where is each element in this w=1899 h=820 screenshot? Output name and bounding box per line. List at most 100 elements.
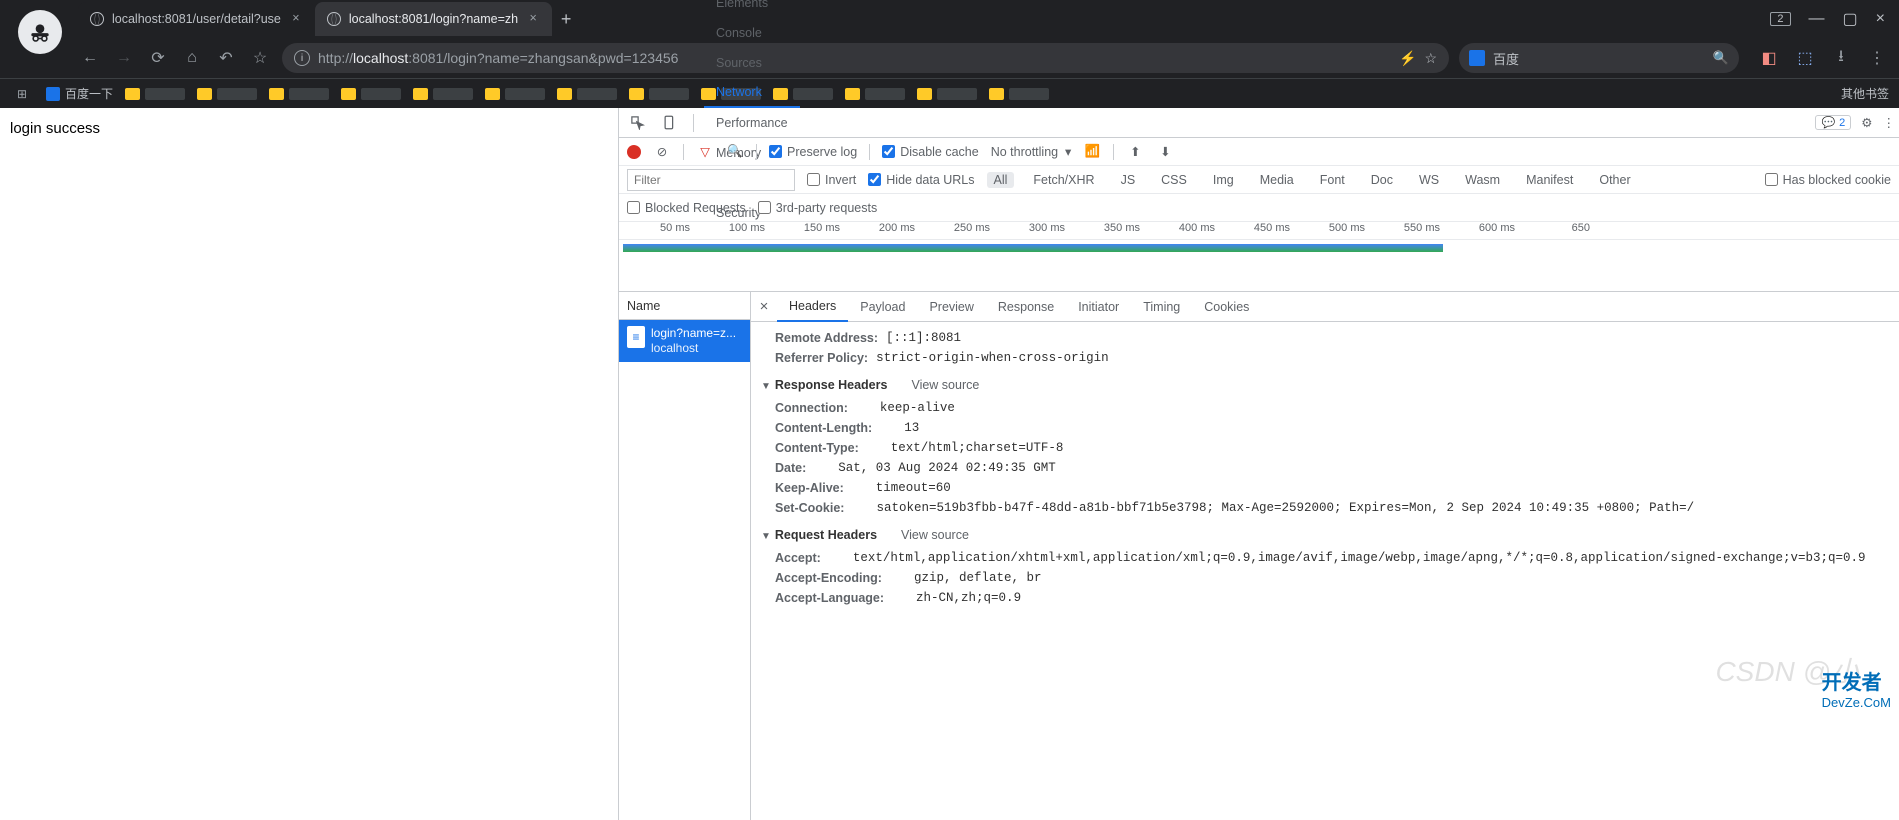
home-icon[interactable]: ⌂: [180, 46, 204, 70]
search-box[interactable]: 百度 🔍: [1459, 43, 1739, 73]
devtools-tab-network[interactable]: Network: [704, 78, 800, 108]
blocked-cookies-checkbox[interactable]: Has blocked cookie: [1765, 173, 1891, 187]
filter-icon[interactable]: ▽: [696, 143, 714, 161]
view-source-link[interactable]: View source: [911, 378, 979, 392]
filter-type-wasm[interactable]: Wasm: [1458, 172, 1507, 188]
crop-icon[interactable]: ⬚: [1793, 46, 1817, 70]
browser-tab[interactable]: localhost:8081/user/detail?use ×: [78, 2, 315, 36]
disable-cache-checkbox[interactable]: Disable cache: [882, 145, 979, 159]
close-details-icon[interactable]: ×: [751, 298, 777, 315]
third-party-checkbox[interactable]: 3rd-party requests: [758, 201, 877, 215]
record-icon[interactable]: [627, 145, 641, 159]
new-tab-button[interactable]: +: [552, 9, 580, 30]
close-window-icon[interactable]: ×: [1876, 10, 1885, 28]
bookmark-folder[interactable]: [557, 88, 617, 100]
filter-input[interactable]: [627, 169, 795, 191]
view-source-link[interactable]: View source: [901, 528, 969, 542]
apps-icon[interactable]: ⊞: [10, 82, 34, 106]
filter-type-other[interactable]: Other: [1592, 172, 1637, 188]
browser-tab-active[interactable]: localhost:8081/login?name=zh ×: [315, 2, 552, 36]
settings-icon[interactable]: ⚙: [1861, 115, 1872, 130]
address-bar[interactable]: i http://localhost:8081/login?name=zhang…: [282, 43, 1449, 73]
preserve-log-checkbox[interactable]: Preserve log: [769, 145, 857, 159]
minimize-icon[interactable]: —: [1809, 10, 1825, 28]
header-value: zh-CN,zh;q=0.9: [892, 591, 1021, 605]
download-har-icon[interactable]: ⬇: [1156, 143, 1174, 161]
download-icon[interactable]: ⭳: [1829, 46, 1853, 70]
bookmark-folder[interactable]: [341, 88, 401, 100]
folder-icon: [485, 88, 500, 100]
filter-type-manifest[interactable]: Manifest: [1519, 172, 1580, 188]
filter-type-font[interactable]: Font: [1313, 172, 1352, 188]
bookmark-folder[interactable]: [125, 88, 185, 100]
search-placeholder: 百度: [1493, 49, 1519, 68]
filter-type-all[interactable]: All: [987, 172, 1015, 188]
more-icon[interactable]: ⋮: [1883, 115, 1896, 130]
menu-icon[interactable]: ⋮: [1865, 46, 1889, 70]
undo-nav-icon[interactable]: ↶: [214, 46, 238, 70]
filter-type-media[interactable]: Media: [1253, 172, 1301, 188]
other-bookmarks[interactable]: 其他书签: [1835, 85, 1889, 102]
document-icon: ≡: [627, 326, 645, 348]
detail-tab-payload[interactable]: Payload: [848, 292, 917, 322]
bookmark-folder[interactable]: [485, 88, 545, 100]
inspect-icon[interactable]: [623, 115, 651, 130]
reload-icon[interactable]: ⟳: [146, 46, 170, 70]
maximize-icon[interactable]: ▢: [1843, 9, 1858, 29]
search-icon[interactable]: 🔍: [726, 143, 744, 161]
device-icon[interactable]: [655, 115, 683, 130]
bookmark-folder[interactable]: [197, 88, 257, 100]
bookmark-folder[interactable]: [845, 88, 905, 100]
filter-type-css[interactable]: CSS: [1154, 172, 1194, 188]
url-text: http://localhost:8081/login?name=zhangsa…: [318, 50, 1391, 66]
back-icon[interactable]: ←: [78, 46, 102, 70]
detail-tab-initiator[interactable]: Initiator: [1066, 292, 1131, 322]
detail-tab-headers[interactable]: Headers: [777, 292, 848, 322]
devtools-tab-performance[interactable]: Performance: [704, 108, 800, 138]
filter-type-js[interactable]: JS: [1114, 172, 1143, 188]
blocked-requests-checkbox[interactable]: Blocked Requests: [627, 201, 746, 215]
search-icon[interactable]: 🔍: [1713, 50, 1729, 66]
bookmark-folder[interactable]: [269, 88, 329, 100]
site-info-icon[interactable]: i: [294, 50, 310, 66]
bookmark-folder[interactable]: [629, 88, 689, 100]
bookmark-folder[interactable]: [989, 88, 1049, 100]
devtools-tab-sources[interactable]: Sources: [704, 48, 800, 78]
detail-tab-cookies[interactable]: Cookies: [1192, 292, 1261, 322]
wifi-icon[interactable]: 📶: [1083, 143, 1101, 161]
filter-type-img[interactable]: Img: [1206, 172, 1241, 188]
forward-icon[interactable]: →: [112, 46, 136, 70]
invert-checkbox[interactable]: Invert: [807, 173, 856, 187]
detail-tab-response[interactable]: Response: [986, 292, 1066, 322]
filter-type-fetch-xhr[interactable]: Fetch/XHR: [1026, 172, 1101, 188]
header-key: Accept:: [775, 551, 821, 565]
bookmark-item[interactable]: 百度一下: [46, 85, 113, 102]
response-headers-section[interactable]: ▼Response HeadersView source: [751, 368, 1899, 398]
star-icon[interactable]: ☆: [1424, 50, 1437, 67]
filter-type-ws[interactable]: WS: [1412, 172, 1446, 188]
flash-icon[interactable]: ⚡: [1399, 50, 1416, 67]
detail-tab-preview[interactable]: Preview: [917, 292, 985, 322]
header-value: gzip, deflate, br: [890, 571, 1042, 585]
close-tab-icon[interactable]: ×: [289, 12, 303, 26]
clear-icon[interactable]: ⊘: [653, 143, 671, 161]
upload-icon[interactable]: ⬆: [1126, 143, 1144, 161]
window-count-badge[interactable]: 2: [1770, 12, 1790, 26]
hide-data-urls-checkbox[interactable]: Hide data URLs: [868, 173, 974, 187]
close-tab-icon[interactable]: ×: [526, 12, 540, 26]
header-key: Content-Length:: [775, 421, 872, 435]
requests-header[interactable]: Name: [619, 292, 750, 320]
bookmark-folder[interactable]: [413, 88, 473, 100]
detail-tab-timing[interactable]: Timing: [1131, 292, 1192, 322]
network-timeline[interactable]: 50 ms100 ms150 ms200 ms250 ms300 ms350 m…: [619, 222, 1899, 292]
request-headers-section[interactable]: ▼Request HeadersView source: [751, 518, 1899, 548]
globe-icon: [90, 12, 104, 26]
filter-type-doc[interactable]: Doc: [1364, 172, 1400, 188]
bookmark-star-icon[interactable]: ☆: [248, 46, 272, 70]
request-row[interactable]: ≡ login?name=z... localhost: [619, 320, 750, 362]
bookmark-folder[interactable]: [917, 88, 977, 100]
header-value: timeout=60: [852, 481, 951, 495]
messages-badge[interactable]: 💬 2: [1815, 115, 1851, 130]
ext1-icon[interactable]: ◧: [1757, 46, 1781, 70]
throttling-select[interactable]: No throttling ▾: [991, 144, 1072, 159]
